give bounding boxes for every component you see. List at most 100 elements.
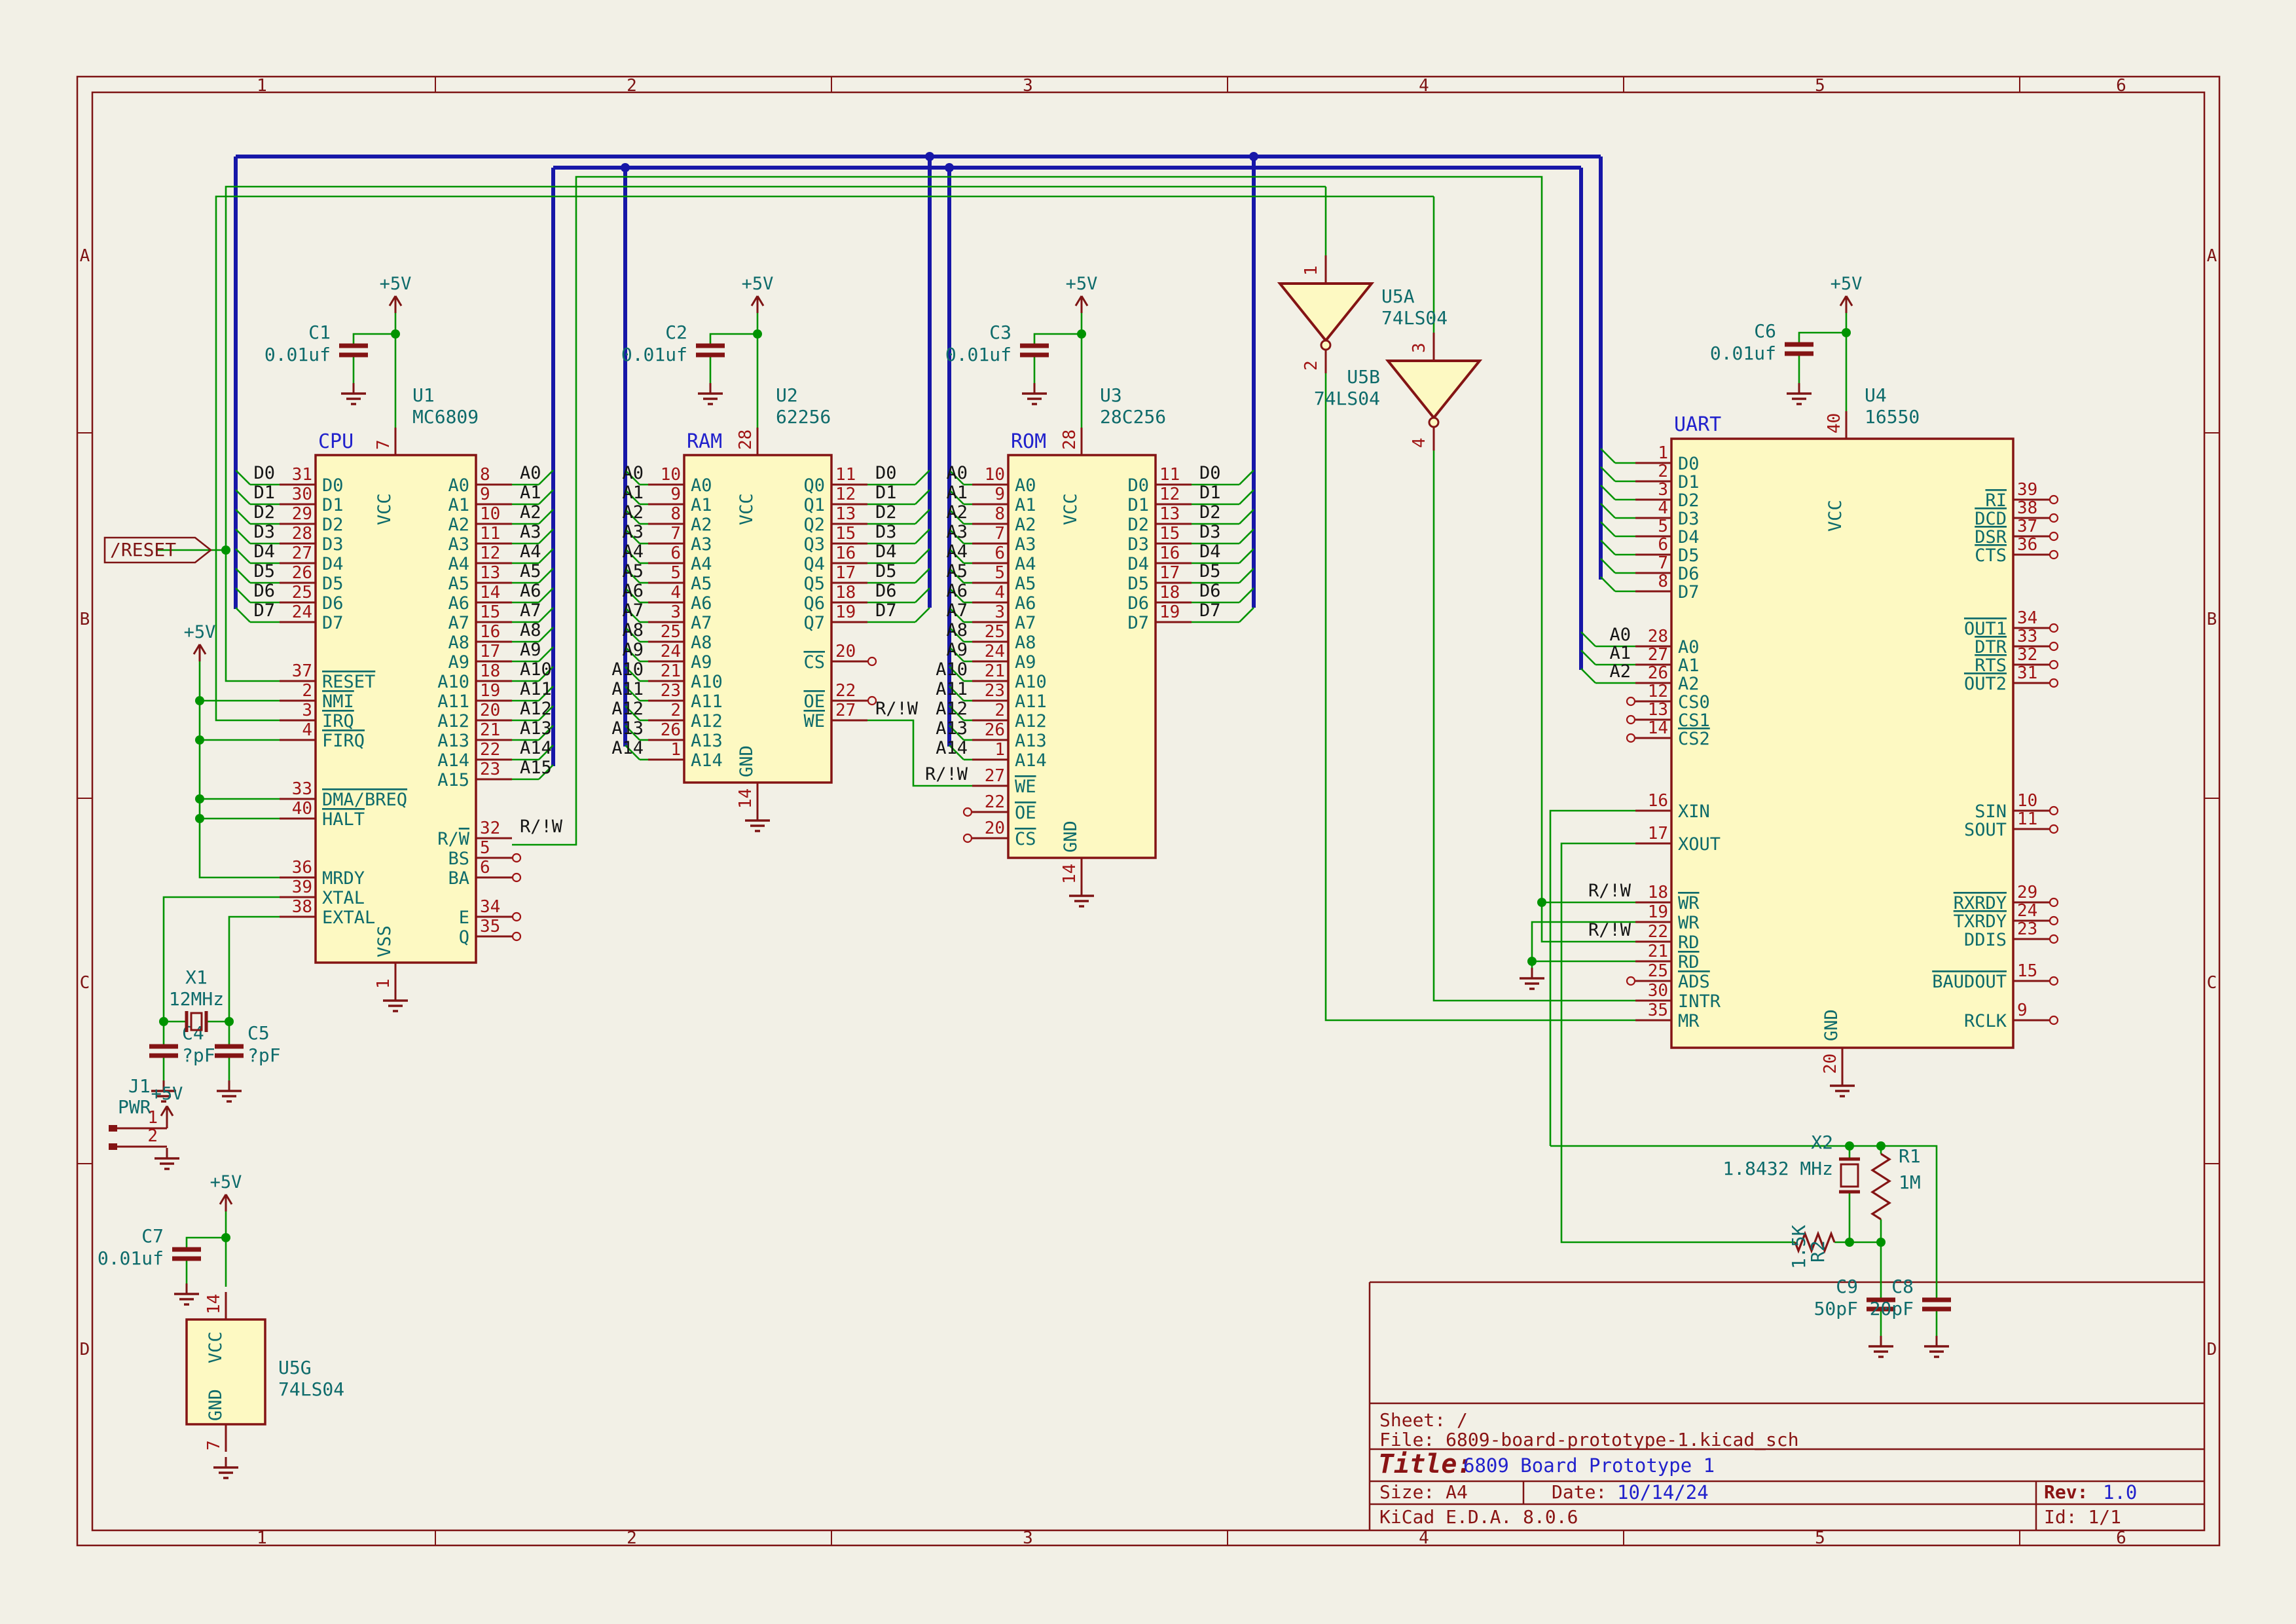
text[interactable]: Size: A4 — [1379, 1481, 1468, 1503]
text[interactable]: 3 — [1658, 480, 1668, 500]
text[interactable]: 1 — [670, 740, 681, 760]
text[interactable]: 6 — [994, 544, 1005, 563]
text[interactable]: D6 — [875, 581, 897, 601]
text[interactable]: D4 — [1199, 542, 1221, 562]
text[interactable]: C8 — [1891, 1276, 1914, 1297]
text[interactable]: A3 — [448, 534, 469, 555]
text[interactable]: 32 — [480, 819, 500, 838]
text[interactable]: D3 — [1127, 534, 1149, 555]
text[interactable]: U1 — [412, 384, 435, 406]
text[interactable]: D2 — [253, 502, 275, 523]
text[interactable]: RI — [1985, 490, 2007, 511]
text[interactable]: 6 — [1658, 535, 1668, 555]
wire-9[interactable] — [200, 661, 280, 877]
text[interactable]: OUT1 — [1964, 619, 2007, 639]
text[interactable]: 3 — [302, 701, 312, 720]
crystal-X2[interactable]: X21.8432 MHz — [1722, 1132, 1860, 1192]
text[interactable]: A14 — [611, 738, 644, 758]
text[interactable]: A12 — [611, 699, 644, 719]
chip-U4[interactable]: UARTU416550VCCGND4020D01D12D23D34D45D56D… — [1581, 384, 2058, 1075]
text[interactable]: 21 — [1648, 942, 1668, 961]
text[interactable]: 2 — [670, 701, 681, 720]
text[interactable]: CS0 — [1678, 692, 1710, 712]
text[interactable]: 17 — [480, 642, 500, 661]
text[interactable]: 36 — [2017, 535, 2037, 555]
text[interactable]: X1 — [185, 967, 208, 988]
text[interactable]: A5 — [691, 574, 712, 594]
text[interactable]: 23 — [985, 681, 1005, 701]
text[interactable]: 15 — [1159, 524, 1180, 544]
text[interactable]: EXTAL — [322, 908, 375, 928]
capacitor-C1[interactable]: C10.01uf — [264, 322, 368, 365]
text[interactable]: D3 — [1199, 522, 1221, 542]
text[interactable]: A6 — [1015, 593, 1036, 614]
text[interactable]: E — [459, 908, 469, 928]
text[interactable]: R/W — [437, 829, 470, 849]
text[interactable]: D6 — [1678, 564, 1700, 584]
text[interactable]: KiCad E.D.A. 8.0.6 — [1379, 1506, 1578, 1528]
chip-U5G[interactable]: U5G74LS04VCCGND147 — [187, 1292, 344, 1452]
text[interactable]: Date: — [1552, 1481, 1607, 1503]
text[interactable]: A3 — [520, 522, 541, 542]
text[interactable]: 6 — [480, 858, 490, 877]
text[interactable]: Sheet: / — [1379, 1409, 1468, 1431]
text[interactable]: 12 — [480, 544, 500, 563]
text[interactable]: 25 — [661, 622, 681, 642]
text[interactable]: 27 — [1648, 645, 1668, 665]
text[interactable]: 10 — [661, 465, 681, 485]
text[interactable]: A11 — [1015, 692, 1047, 712]
text[interactable]: 21 — [661, 661, 681, 681]
text[interactable]: 8 — [994, 504, 1005, 524]
text[interactable]: IRQ — [322, 711, 354, 731]
text[interactable]: B — [80, 610, 90, 629]
text[interactable]: R/!W — [925, 764, 968, 784]
text[interactable]: U4 — [1865, 384, 1887, 406]
text[interactable]: D0 — [322, 475, 344, 496]
text[interactable]: WR — [1678, 893, 1700, 913]
text[interactable]: 2 — [1658, 462, 1668, 481]
text[interactable]: Q4 — [803, 554, 825, 574]
text[interactable]: A5 — [448, 574, 469, 594]
text[interactable]: A4 — [622, 542, 644, 562]
text[interactable]: BAUDOUT — [1932, 972, 2007, 992]
text[interactable]: XOUT — [1678, 834, 1721, 855]
text[interactable]: A12 — [1015, 711, 1047, 731]
text[interactable]: Q7 — [803, 613, 825, 633]
text[interactable]: A9 — [622, 640, 644, 660]
text[interactable]: A2 — [622, 502, 644, 523]
text[interactable]: 20pF — [1870, 1298, 1914, 1320]
text[interactable]: D6 — [1199, 581, 1221, 601]
text[interactable]: 4 — [1419, 1528, 1429, 1548]
text[interactable]: TXRDY — [1954, 912, 2007, 932]
text[interactable]: 15 — [2017, 961, 2037, 981]
text[interactable]: A11 — [936, 679, 968, 699]
text[interactable]: 5 — [670, 563, 681, 583]
text[interactable]: +5V — [380, 274, 412, 294]
text[interactable]: BS — [448, 849, 469, 869]
text[interactable]: 22 — [985, 792, 1005, 812]
text[interactable]: A5 — [622, 561, 644, 581]
text[interactable]: 7 — [670, 524, 681, 544]
text[interactable]: D5 — [1127, 574, 1149, 594]
text[interactable]: 21 — [480, 720, 500, 740]
text[interactable]: D6 — [322, 593, 344, 614]
text[interactable]: C5 — [247, 1022, 270, 1044]
text[interactable]: 3 — [1023, 76, 1033, 96]
text[interactable]: A3 — [622, 522, 644, 542]
text[interactable]: D4 — [253, 542, 275, 562]
text[interactable]: C — [2207, 973, 2217, 993]
text[interactable]: 62256 — [776, 406, 831, 428]
text[interactable]: A2 — [691, 515, 712, 535]
text[interactable]: 18 — [1648, 883, 1668, 902]
text[interactable]: A14 — [936, 738, 968, 758]
capacitor-C7[interactable]: C70.01uf — [98, 1225, 201, 1269]
text[interactable]: 2 — [302, 681, 312, 701]
text[interactable]: +5V — [184, 622, 216, 642]
text[interactable]: B — [2207, 610, 2217, 629]
text[interactable]: A8 — [520, 620, 541, 640]
text[interactable]: 3 — [670, 602, 681, 622]
text[interactable]: 28C256 — [1100, 406, 1166, 428]
text[interactable]: A2 — [448, 515, 469, 535]
text[interactable]: 9 — [994, 485, 1005, 504]
text[interactable]: A13 — [611, 718, 644, 739]
